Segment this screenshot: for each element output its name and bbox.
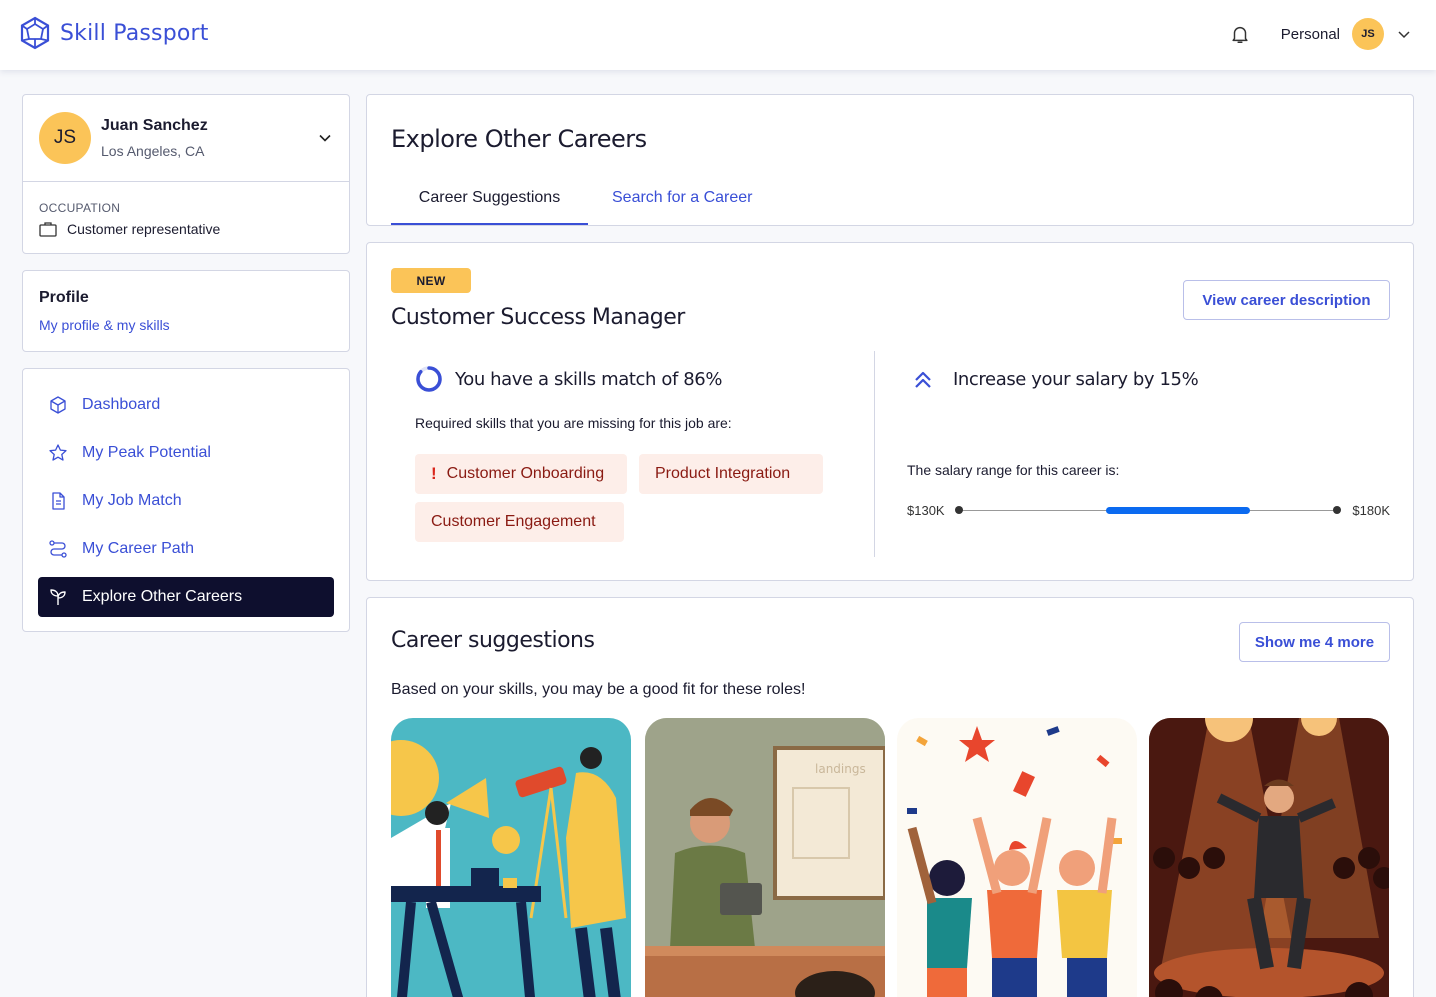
salary-range-fill (1106, 507, 1251, 514)
career-thumbnail-marketing[interactable] (391, 718, 631, 997)
sidebar-item-label: My Career Path (82, 540, 195, 557)
skills-match: You have a skills match of 86% (415, 365, 722, 393)
document-icon (52, 492, 65, 510)
profile-title: Profile (39, 289, 89, 306)
sidebar-item-dashboard[interactable]: Dashboard (38, 385, 334, 425)
trainer-illustration: landings (645, 718, 885, 997)
missing-skills-text: Required skills that you are missing for… (415, 415, 732, 431)
user-avatar: JS (39, 112, 91, 164)
salary-increase: Increase your salary by 15% (913, 369, 1199, 390)
chevron-down-icon[interactable] (317, 130, 333, 146)
show-more-button[interactable]: Show me 4 more (1239, 622, 1390, 662)
skill-chip: ! Customer Onboarding (415, 454, 627, 494)
star-icon (49, 444, 67, 461)
featured-career-card: NEW Customer Success Manager View career… (366, 242, 1414, 581)
double-chevron-up-icon (915, 371, 931, 388)
user-card: JS Juan Sanchez Los Angeles, CA OCCUPATI… (22, 94, 350, 254)
occupation-label: OCCUPATION (39, 201, 121, 215)
career-suggestions-card: Career suggestions Show me 4 more Based … (366, 597, 1414, 997)
career-title: Customer Success Manager (391, 305, 685, 330)
top-bar: Skill Passport Personal JS (0, 0, 1436, 70)
salary-range-label: The salary range for this career is: (907, 462, 1120, 478)
suggestions-title: Career suggestions (391, 628, 595, 653)
occupation: Customer representative (39, 221, 220, 237)
marketing-illustration (391, 740, 626, 997)
brand[interactable]: Skill Passport (20, 16, 209, 50)
classroom-sign: landings (815, 762, 866, 776)
sidebar-nav: Dashboard My Peak Potential My Job Match… (22, 368, 350, 632)
suggestions-subtitle: Based on your skills, you may be a good … (391, 681, 806, 698)
account-area: Personal JS (1229, 18, 1412, 50)
profile-card: Profile My profile & my skills (22, 270, 350, 352)
view-career-description-button[interactable]: View career description (1183, 280, 1390, 320)
sidebar-item-job-match[interactable]: My Job Match (38, 481, 334, 521)
user-location: Los Angeles, CA (101, 143, 205, 159)
sidebar-item-peak-potential[interactable]: My Peak Potential (38, 433, 334, 473)
avatar[interactable]: JS (1352, 18, 1384, 50)
page-title: Explore Other Careers (391, 125, 647, 153)
salary-max: $180K (1352, 503, 1390, 518)
bell-icon[interactable] (1229, 23, 1251, 45)
career-thumbnail-performer[interactable] (1149, 718, 1389, 997)
divider (874, 351, 875, 557)
app-name: Skill Passport (60, 20, 209, 46)
sidebar-item-label: Explore Other Careers (82, 588, 243, 605)
skill-chip-label: Customer Onboarding (446, 465, 605, 482)
skill-chip: Customer Engagement (415, 502, 624, 542)
sidebar-item-label: Dashboard (82, 396, 161, 413)
skill-chip-label: Customer Engagement (431, 513, 596, 530)
salary-increase-text: Increase your salary by 15% (953, 369, 1199, 390)
account-label[interactable]: Personal (1281, 26, 1340, 43)
sidebar-item-label: My Job Match (82, 492, 182, 509)
logo-icon (20, 16, 50, 50)
career-thumbnail-event[interactable] (897, 718, 1137, 997)
tab-search-career[interactable]: Search for a Career (612, 189, 753, 225)
my-profile-link[interactable]: My profile & my skills (39, 317, 333, 333)
sidebar-item-explore-careers[interactable]: Explore Other Careers (38, 577, 334, 617)
skills-match-text: You have a skills match of 86% (455, 368, 723, 390)
chevron-down-icon[interactable] (1396, 26, 1412, 42)
salary-max-dot (1333, 506, 1341, 514)
skill-chip-label: Product Integration (655, 465, 791, 482)
user-header[interactable]: JS Juan Sanchez Los Angeles, CA (23, 95, 349, 182)
cube-icon (50, 396, 66, 414)
path-icon (49, 540, 67, 558)
salary-min: $130K (907, 503, 945, 518)
celebration-illustration (907, 726, 1122, 997)
user-info: Juan Sanchez Los Angeles, CA (101, 117, 208, 159)
briefcase-icon (39, 222, 57, 237)
tab-career-suggestions[interactable]: Career Suggestions (391, 189, 588, 225)
salary-min-dot (955, 506, 963, 514)
occupation-value: Customer representative (67, 221, 221, 237)
career-thumbnail-trainer[interactable]: landings (645, 718, 885, 997)
progress-ring-icon (416, 366, 442, 392)
sprout-icon (50, 589, 66, 605)
sidebar-item-label: My Peak Potential (82, 444, 211, 461)
explore-header: Explore Other Careers Career Suggestions… (366, 94, 1414, 226)
skill-chip: Product Integration (639, 454, 823, 494)
new-badge: NEW (391, 268, 471, 293)
performer-illustration (1149, 718, 1389, 997)
sidebar-item-career-path[interactable]: My Career Path (38, 529, 334, 569)
alert-icon: ! (431, 464, 437, 483)
user-name: Juan Sanchez (101, 117, 208, 134)
